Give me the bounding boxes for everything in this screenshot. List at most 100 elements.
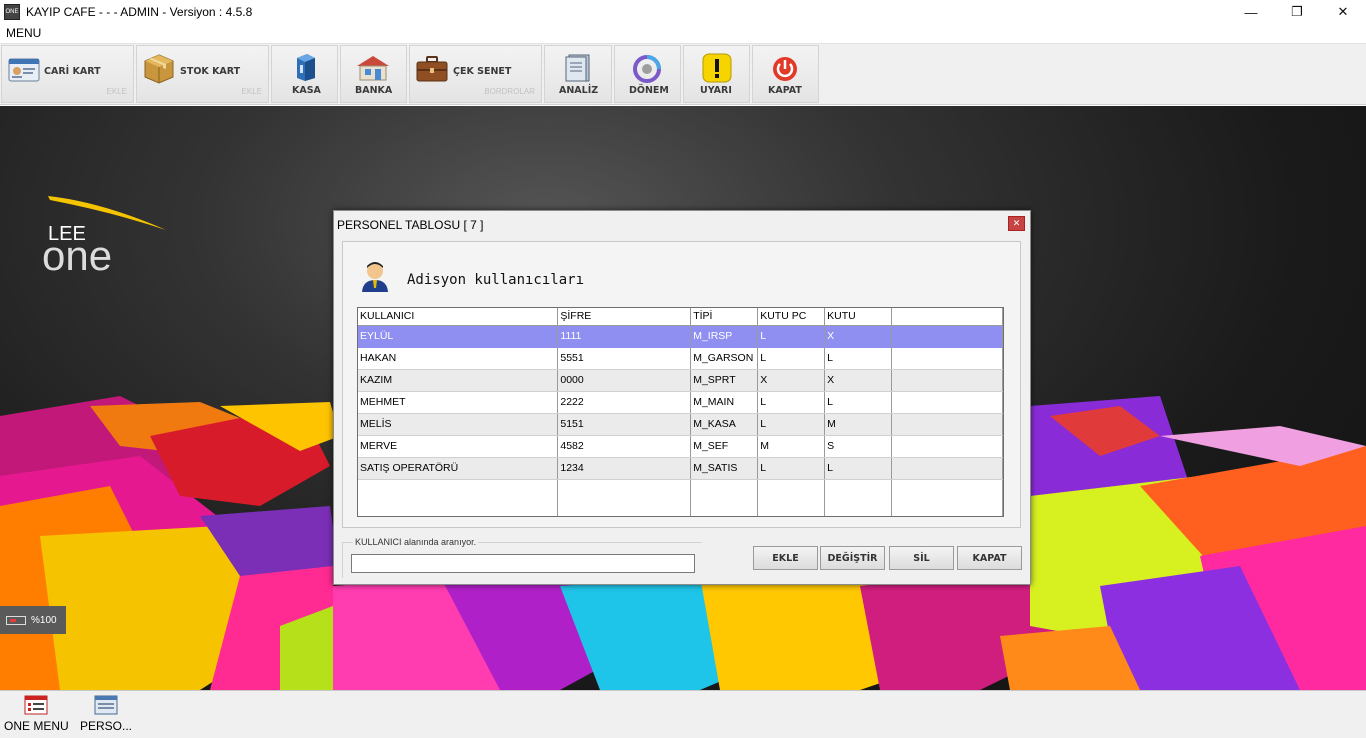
dialog-close-icon[interactable]: ✕	[1008, 216, 1025, 231]
period-ring-icon	[633, 55, 661, 83]
box-icon	[144, 54, 174, 84]
battery-indicator: %100	[0, 606, 66, 634]
cell-filler	[891, 457, 1003, 480]
user-icon	[362, 262, 388, 292]
cell-kutu-pc: L	[757, 413, 826, 436]
uyari-label: UYARI	[700, 85, 732, 96]
cell-filler	[891, 413, 1003, 436]
table-row[interactable]: HAKAN 5551 M_GARSON L L	[358, 347, 1003, 370]
cari-kart-button[interactable]: CARİ KART EKLE	[1, 45, 134, 103]
cell-sifre: 2222	[557, 391, 692, 414]
menu-window-icon	[24, 695, 48, 715]
uyari-button[interactable]: UYARI	[683, 45, 750, 103]
cell-kutu-pc: L	[757, 391, 826, 414]
cell-kutu: S	[824, 435, 893, 458]
table-row[interactable]: MEHMET 2222 M_MAIN L L	[358, 391, 1003, 414]
taskbar-item-one-menu[interactable]: ONE MENU	[4, 695, 69, 733]
app-icon: ONE	[4, 4, 20, 20]
menu-bar: MENU	[0, 24, 1366, 44]
column-header-kutu-pc[interactable]: KUTU PC	[757, 308, 826, 326]
table-empty-row	[358, 479, 1003, 516]
table-header-row: KULLANICI ŞİFRE TİPİ KUTU PC KUTU	[358, 308, 1003, 326]
stok-kart-button[interactable]: STOK KART EKLE	[136, 45, 269, 103]
search-label: KULLANICI alanında aranıyor.	[353, 537, 479, 547]
lee-one-logo: LEE one	[42, 192, 172, 279]
book-icon	[565, 54, 590, 82]
cell-filler	[891, 391, 1003, 414]
cell-kutu: L	[824, 457, 893, 480]
column-header-tipi[interactable]: TİPİ	[690, 308, 759, 326]
cell-kutu-pc: X	[757, 369, 826, 392]
cari-kart-label: CARİ KART	[44, 66, 101, 77]
analiz-label: ANALİZ	[559, 85, 599, 96]
cell-kutu-pc: L	[757, 457, 826, 480]
change-button[interactable]: DEĞİŞTİR	[820, 546, 885, 570]
search-input[interactable]	[351, 554, 695, 573]
table-row[interactable]: KAZIM 0000 M_SPRT X X	[358, 369, 1003, 392]
cell-kutu: X	[824, 325, 893, 348]
donem-button[interactable]: DÖNEM	[614, 45, 681, 103]
cell-filler	[891, 369, 1003, 392]
analiz-button[interactable]: ANALİZ	[544, 45, 612, 103]
table-row[interactable]: MELİS 5151 M_KASA L M	[358, 413, 1003, 436]
battery-text: %100	[31, 614, 57, 626]
cell-kutu: L	[824, 347, 893, 370]
cell-kullanici: MEHMET	[358, 391, 559, 414]
table-row[interactable]: EYLÜL 1111 M_IRSP L X	[358, 325, 1003, 348]
taskbar-item-personel[interactable]: PERSO...	[80, 695, 132, 733]
column-header-sifre[interactable]: ŞİFRE	[557, 308, 692, 326]
cell-kutu: M	[824, 413, 893, 436]
cell-kullanici: KAZIM	[358, 369, 559, 392]
id-card-icon	[8, 58, 40, 82]
cell-sifre: 4582	[557, 435, 692, 458]
cek-senet-label: ÇEK SENET	[453, 66, 512, 77]
table-row[interactable]: SATIŞ OPERATÖRÜ 1234 M_SATIS L L	[358, 457, 1003, 480]
cell-sifre: 5551	[557, 347, 692, 370]
cell-kutu-pc: L	[757, 325, 826, 348]
delete-button[interactable]: SİL	[889, 546, 954, 570]
cell-tipi: M_MAIN	[690, 391, 759, 414]
window-title: KAYIP CAFE - - - ADMIN - Versiyon : 4.5.…	[26, 5, 253, 19]
cell-tipi: M_GARSON	[690, 347, 759, 370]
personel-dialog: PERSONEL TABLOSU [ 7 ] ✕ Adisyon kullanı…	[333, 210, 1031, 585]
window-titlebar: ONE KAYIP CAFE - - - ADMIN - Versiyon : …	[0, 0, 1366, 24]
kasa-label: KASA	[292, 85, 321, 96]
menu-item-menu[interactable]: MENU	[6, 26, 41, 40]
taskbar-label-one-menu: ONE MENU	[4, 719, 69, 733]
cari-kart-sub: EKLE	[106, 87, 127, 96]
column-header-kullanici[interactable]: KULLANICI	[358, 308, 559, 326]
logo-swoosh: LEE one	[42, 196, 166, 279]
restore-icon[interactable]: ❐	[1274, 0, 1320, 24]
cell-kullanici: MERVE	[358, 435, 559, 458]
taskbar: ONE MENU PERSO...	[0, 690, 1366, 738]
cell-sifre: 1234	[557, 457, 692, 480]
cek-senet-button[interactable]: ÇEK SENET BORDROLAR	[409, 45, 542, 103]
cell-kutu-pc: L	[757, 347, 826, 370]
cell-sifre: 0000	[557, 369, 692, 392]
main-toolbar: CARİ KART EKLE STOK KART EKLE KASA BANKA…	[0, 44, 1366, 105]
cell-kutu: L	[824, 391, 893, 414]
kasa-button[interactable]: KASA	[271, 45, 338, 103]
taskbar-label-personel: PERSO...	[80, 719, 133, 733]
table-row[interactable]: MERVE 4582 M_SEF M S	[358, 435, 1003, 458]
users-table: KULLANICI ŞİFRE TİPİ KUTU PC KUTU EYLÜL …	[357, 307, 1004, 517]
bank-icon	[357, 56, 389, 81]
briefcase-icon	[416, 56, 448, 82]
staff-window-icon	[94, 695, 118, 715]
cell-sifre: 1111	[557, 325, 692, 348]
cell-kullanici: EYLÜL	[358, 325, 559, 348]
panel-heading: Adisyon kullanıcıları	[407, 272, 585, 288]
kapat-button[interactable]: KAPAT	[752, 45, 819, 103]
banka-label: BANKA	[355, 85, 393, 96]
minimize-icon[interactable]: —	[1228, 0, 1274, 24]
window-controls: — ❐ ✕	[1228, 0, 1366, 24]
close-button[interactable]: KAPAT	[957, 546, 1022, 570]
add-button[interactable]: EKLE	[753, 546, 818, 570]
dialog-panel: Adisyon kullanıcıları KULLANICI ŞİFRE Tİ…	[342, 241, 1021, 528]
cell-sifre: 5151	[557, 413, 692, 436]
cell-tipi: M_SEF	[690, 435, 759, 458]
warning-icon	[702, 53, 732, 83]
close-icon[interactable]: ✕	[1320, 0, 1366, 24]
column-header-kutu[interactable]: KUTU	[824, 308, 893, 326]
banka-button[interactable]: BANKA	[340, 45, 407, 103]
